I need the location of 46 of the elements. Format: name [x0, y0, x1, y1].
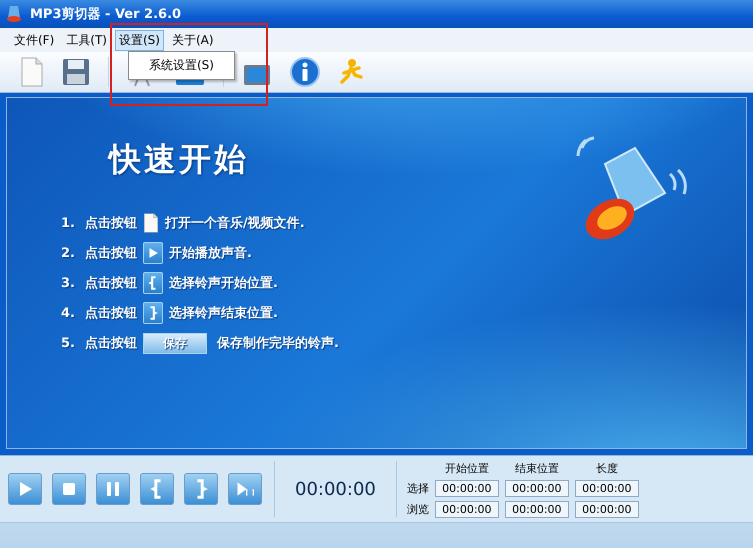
step-text: 打开一个音乐/视频文件. — [165, 214, 305, 232]
menu-item[interactable]: 设置(S) — [114, 30, 164, 50]
time-field[interactable]: 00:00:00 — [574, 480, 639, 496]
document-icon[interactable] — [20, 57, 44, 87]
step-text: 选择铃声结束位置. — [169, 305, 278, 322]
save-button-sample: 保存 — [143, 332, 207, 354]
bell-icon — [6, 4, 24, 24]
quick-start-heading: 快速开始 — [109, 139, 250, 180]
menu-item[interactable]: 文件(F) — [10, 30, 58, 50]
step-number: 2. — [61, 246, 76, 260]
time-field[interactable]: 00:00:00 — [504, 480, 569, 496]
time-display: 00:00:00 — [275, 461, 397, 517]
step-number: 1. — [61, 216, 76, 230]
menu-item[interactable]: 关于(A) — [168, 30, 218, 50]
time-field[interactable]: 00:00:00 — [434, 500, 499, 518]
step-text: 选择铃声开始位置. — [169, 275, 278, 292]
document-icon — [143, 213, 159, 233]
step-number: 4. — [61, 306, 76, 320]
column-header: 结束位置 — [514, 460, 560, 476]
running-figure-icon[interactable] — [338, 58, 364, 86]
step-text: 保存制作完毕的铃声. — [217, 334, 339, 352]
step-text: 点击按钮 — [85, 305, 137, 322]
menu-item[interactable]: 工具(T) — [62, 30, 111, 50]
mark-start-button[interactable] — [140, 473, 174, 505]
info-icon[interactable] — [290, 57, 320, 87]
play-selection-button[interactable] — [228, 473, 262, 505]
time-field[interactable]: 00:00:00 — [504, 500, 569, 518]
step-text: 点击按钮 — [85, 335, 137, 352]
time-field[interactable]: 00:00:00 — [574, 500, 639, 518]
play-button[interactable] — [8, 473, 42, 505]
time-field[interactable]: 00:00:00 — [434, 480, 499, 496]
pause-button[interactable] — [96, 473, 130, 505]
row-label: 浏览 — [406, 502, 429, 516]
step-text: 点击按钮 — [85, 245, 137, 262]
step-text: 点击按钮 — [85, 275, 137, 292]
stop-button[interactable] — [52, 473, 86, 505]
dropdown-item[interactable]: 系统设置(S) — [129, 55, 234, 76]
step-number: 3. — [61, 276, 76, 290]
row-label: 选择 — [406, 480, 429, 496]
column-header: 长度 — [594, 460, 619, 476]
step-text: 开始播放声音. — [169, 244, 252, 262]
mark-end-button[interactable] — [184, 473, 218, 505]
column-header: 开始位置 — [444, 460, 490, 476]
window-title: MP3剪切器 - Ver 2.6.0 — [30, 6, 182, 23]
step-number: 5. — [61, 336, 76, 350]
step-text: 点击按钮 — [85, 215, 137, 232]
